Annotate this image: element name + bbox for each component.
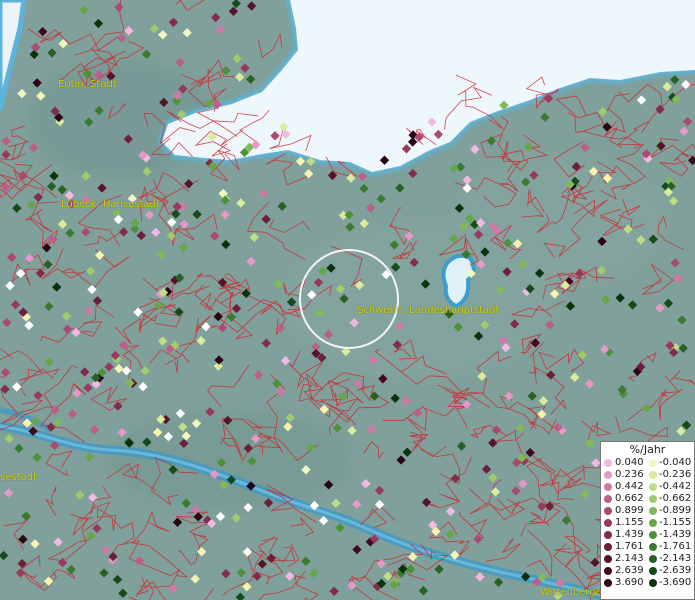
legend-swatch-positive xyxy=(604,519,612,527)
legend-swatch-negative xyxy=(649,495,657,503)
legend-swatch-positive xyxy=(604,507,612,515)
legend-value-positive: 0.040 xyxy=(615,457,644,468)
legend-value-positive: 2.143 xyxy=(615,553,644,564)
legend-row: 1.155 -1.155 xyxy=(601,517,694,529)
legend-row: 0.662 -0.662 xyxy=(601,493,694,505)
legend-value-positive: 0.662 xyxy=(615,493,644,504)
legend-row: 0.236 -0.236 xyxy=(601,469,694,481)
legend-value-negative: -0.899 xyxy=(659,505,692,516)
legend-title: %/Jahr xyxy=(629,443,666,456)
place-luebeck[interactable]: Lübeck, Hansestadt xyxy=(61,199,160,210)
legend: %/Jahr 0.040 -0.040 0.236 -0.236 0.442 -0.442… xyxy=(600,441,695,600)
legend-value-negative: -2.143 xyxy=(659,553,692,564)
place-hansestadt-edge[interactable]: sestadt xyxy=(0,472,37,483)
legend-swatch-negative xyxy=(649,459,657,467)
legend-value-negative: -1.155 xyxy=(659,517,692,528)
legend-value-negative: -1.761 xyxy=(659,541,692,552)
legend-row: 1.761 -1.761 xyxy=(601,541,694,553)
map-layer xyxy=(0,0,695,600)
legend-swatch-positive xyxy=(604,495,612,503)
map-canvas[interactable]: Eutin, Stadt Lübeck, Hansestadt Schwerin… xyxy=(0,0,695,600)
legend-value-positive: 0.899 xyxy=(615,505,644,516)
legend-value-negative: -0.442 xyxy=(659,481,692,492)
legend-swatch-negative xyxy=(649,519,657,527)
legend-value-negative: -2.639 xyxy=(659,565,692,576)
legend-swatch-negative xyxy=(649,579,657,587)
legend-row: 2.143 -2.143 xyxy=(601,553,694,565)
legend-value-positive: 1.761 xyxy=(615,541,644,552)
legend-value-positive: 1.155 xyxy=(615,517,644,528)
legend-swatch-positive xyxy=(604,543,612,551)
legend-swatch-positive xyxy=(604,567,612,575)
legend-swatch-positive xyxy=(604,459,612,467)
legend-swatch-negative xyxy=(649,483,657,491)
legend-value-negative: -0.236 xyxy=(659,469,692,480)
legend-row: 0.899 -0.899 xyxy=(601,505,694,517)
legend-value-negative: -1.439 xyxy=(659,529,692,540)
legend-swatch-negative xyxy=(649,471,657,479)
legend-row: 2.639 -2.639 xyxy=(601,565,694,577)
legend-swatch-positive xyxy=(604,555,612,563)
legend-swatch-negative xyxy=(649,543,657,551)
legend-swatch-negative xyxy=(649,531,657,539)
legend-swatch-positive xyxy=(604,483,612,491)
place-schwerin[interactable]: Schwerin, Landeshauptstadt xyxy=(357,305,499,316)
legend-swatch-negative xyxy=(649,507,657,515)
legend-swatch-negative xyxy=(649,555,657,563)
legend-rows: 0.040 -0.040 0.236 -0.236 0.442 -0.442 0.662 -0… xyxy=(601,457,694,589)
legend-value-negative: -3.690 xyxy=(659,577,692,588)
legend-row: 1.439 -1.439 xyxy=(601,529,694,541)
place-eutin[interactable]: Eutin, Stadt xyxy=(58,79,117,90)
legend-row: 3.690 -3.690 xyxy=(601,577,694,589)
legend-row: 0.040 -0.040 xyxy=(601,457,694,469)
legend-value-positive: 0.442 xyxy=(615,481,644,492)
legend-swatch-positive xyxy=(604,531,612,539)
legend-value-negative: -0.040 xyxy=(659,457,692,468)
legend-value-positive: 0.236 xyxy=(615,469,644,480)
legend-swatch-negative xyxy=(649,567,657,575)
legend-value-positive: 3.690 xyxy=(615,577,644,588)
legend-row: 0.442 -0.442 xyxy=(601,481,694,493)
legend-swatch-positive xyxy=(604,471,612,479)
legend-value-negative: -0.662 xyxy=(659,493,692,504)
place-wittenberge[interactable]: Wittenberge xyxy=(540,587,602,598)
legend-swatch-positive xyxy=(604,579,612,587)
legend-value-positive: 1.439 xyxy=(615,529,644,540)
legend-value-positive: 2.639 xyxy=(615,565,644,576)
